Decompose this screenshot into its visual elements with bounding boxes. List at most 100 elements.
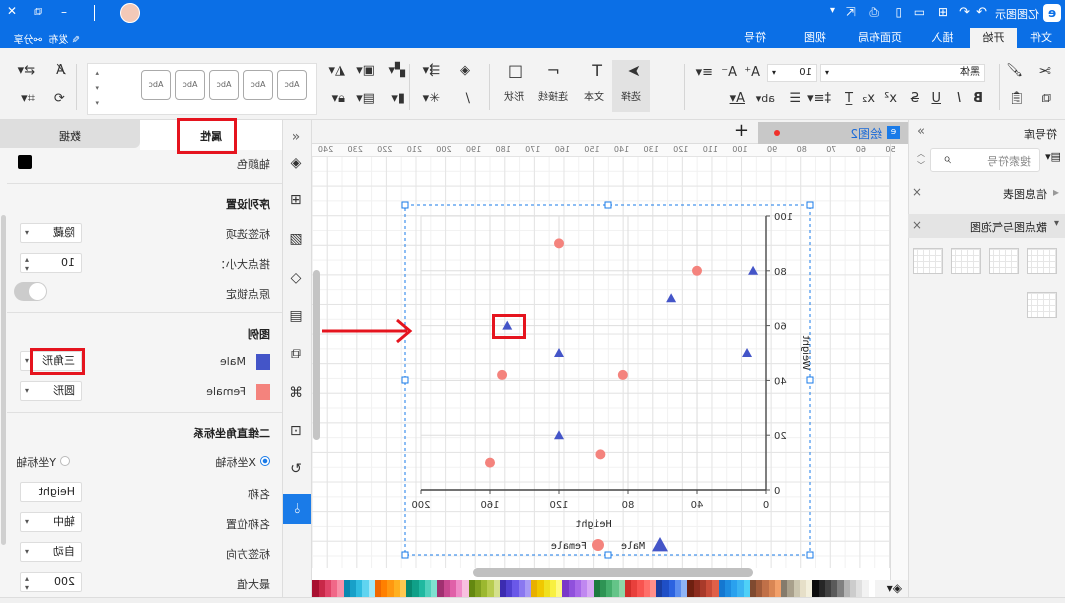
color-swatch[interactable] xyxy=(718,580,725,597)
max-value-stepper[interactable]: 200 ▴ ▾ xyxy=(20,572,82,592)
color-swatch[interactable] xyxy=(400,580,407,597)
vertical-scrollbar[interactable] xyxy=(313,270,320,440)
color-swatch[interactable] xyxy=(643,580,650,597)
color-swatch[interactable] xyxy=(662,580,669,597)
color-swatch[interactable] xyxy=(850,580,857,597)
color-swatch[interactable] xyxy=(350,580,357,597)
color-swatch[interactable] xyxy=(581,580,588,597)
label-direction-select[interactable]: 自动 ▾ xyxy=(20,542,82,562)
color-swatch[interactable] xyxy=(456,580,463,597)
horizontal-scrollbar[interactable] xyxy=(473,568,753,577)
color-swatch[interactable] xyxy=(668,580,675,597)
image-icon[interactable]: ▨ xyxy=(284,226,308,252)
name-position-select[interactable]: 轴中 ▾ xyxy=(20,512,82,532)
color-swatch[interactable] xyxy=(393,580,400,597)
expand-panel-icon[interactable]: « xyxy=(284,124,308,150)
color-swatch[interactable] xyxy=(387,580,394,597)
resize-handle[interactable] xyxy=(806,201,814,209)
color-swatch[interactable] xyxy=(856,580,863,597)
resize-handle[interactable] xyxy=(401,376,409,384)
color-swatch[interactable] xyxy=(331,580,338,597)
color-swatch[interactable] xyxy=(831,580,838,597)
color-swatch[interactable] xyxy=(518,580,525,597)
color-swatch[interactable] xyxy=(800,580,807,597)
color-swatch[interactable] xyxy=(562,580,569,597)
color-swatch[interactable] xyxy=(587,580,594,597)
color-swatch[interactable] xyxy=(637,580,644,597)
resize-handle[interactable] xyxy=(806,376,814,384)
color-swatch[interactable] xyxy=(650,580,657,597)
color-swatch[interactable] xyxy=(768,580,775,597)
color-swatch[interactable] xyxy=(550,580,557,597)
axis-color-swatch[interactable] xyxy=(18,155,32,169)
grid-icon[interactable]: ⊞ xyxy=(284,187,308,213)
color-swatch[interactable] xyxy=(825,580,832,597)
color-swatch[interactable] xyxy=(525,580,532,597)
color-swatch[interactable] xyxy=(512,580,519,597)
resize-handle[interactable] xyxy=(806,551,814,559)
color-swatch[interactable] xyxy=(775,580,782,597)
color-swatch[interactable] xyxy=(537,580,544,597)
color-swatch[interactable] xyxy=(793,580,800,597)
resize-handle[interactable] xyxy=(401,201,409,209)
color-swatch[interactable] xyxy=(575,580,582,597)
color-swatch[interactable] xyxy=(531,580,538,597)
color-swatch[interactable] xyxy=(681,580,688,597)
color-swatch[interactable] xyxy=(712,580,719,597)
fill-bucket-icon[interactable]: ◈ xyxy=(284,150,308,176)
color-swatch[interactable] xyxy=(481,580,488,597)
color-swatch[interactable] xyxy=(356,580,363,597)
color-swatch[interactable] xyxy=(837,580,844,597)
color-swatch[interactable] xyxy=(425,580,432,597)
color-swatch[interactable] xyxy=(818,580,825,597)
color-swatch[interactable] xyxy=(556,580,563,597)
color-swatch[interactable] xyxy=(737,580,744,597)
color-swatch[interactable] xyxy=(725,580,732,597)
chart-properties-icon[interactable]: ⫰ xyxy=(283,494,311,524)
resize-handle[interactable] xyxy=(401,551,409,559)
color-swatch[interactable] xyxy=(431,580,438,597)
page-icon[interactable]: ▤ xyxy=(284,303,308,329)
color-swatch[interactable] xyxy=(612,580,619,597)
color-swatch[interactable] xyxy=(806,580,813,597)
color-swatch[interactable] xyxy=(343,580,350,597)
origin-lock-toggle[interactable] xyxy=(14,282,47,301)
color-swatch[interactable] xyxy=(312,580,319,597)
layers-icon[interactable]: ◇ xyxy=(284,265,308,291)
color-swatch[interactable] xyxy=(593,580,600,597)
color-swatch[interactable] xyxy=(318,580,325,597)
color-swatch[interactable] xyxy=(843,580,850,597)
color-swatch[interactable] xyxy=(625,580,632,597)
resize-handle[interactable] xyxy=(604,201,612,209)
color-swatch[interactable] xyxy=(606,580,613,597)
color-swatch[interactable] xyxy=(493,580,500,597)
color-swatch[interactable] xyxy=(762,580,769,597)
color-swatch[interactable] xyxy=(743,580,750,597)
color-swatch[interactable] xyxy=(706,580,713,597)
male-color-swatch[interactable] xyxy=(256,354,270,370)
label-option-select[interactable]: 隐藏 ▾ xyxy=(20,223,82,243)
color-swatch[interactable] xyxy=(693,580,700,597)
color-swatch[interactable] xyxy=(443,580,450,597)
color-swatch[interactable] xyxy=(450,580,457,597)
presentation-icon[interactable]: ⊡ xyxy=(284,418,308,444)
history-icon[interactable]: ↻ xyxy=(284,456,308,482)
color-swatch[interactable] xyxy=(675,580,682,597)
color-swatch[interactable] xyxy=(500,580,507,597)
color-swatch[interactable] xyxy=(487,580,494,597)
axis-name-input[interactable]: Height xyxy=(20,482,82,502)
color-swatch[interactable] xyxy=(656,580,663,597)
color-swatch[interactable] xyxy=(787,580,794,597)
color-swatch[interactable] xyxy=(687,580,694,597)
color-swatch[interactable] xyxy=(781,580,788,597)
color-swatch[interactable] xyxy=(437,580,444,597)
color-swatch[interactable] xyxy=(750,580,757,597)
color-swatch[interactable] xyxy=(418,580,425,597)
tab-data[interactable]: 数据 xyxy=(0,120,140,148)
color-swatch[interactable] xyxy=(862,580,869,597)
color-swatch[interactable] xyxy=(368,580,375,597)
color-swatch[interactable] xyxy=(375,580,382,597)
color-swatch[interactable] xyxy=(868,580,875,597)
puzzle-icon[interactable]: ⧉ xyxy=(284,341,308,367)
y-axis-radio[interactable] xyxy=(60,456,70,466)
